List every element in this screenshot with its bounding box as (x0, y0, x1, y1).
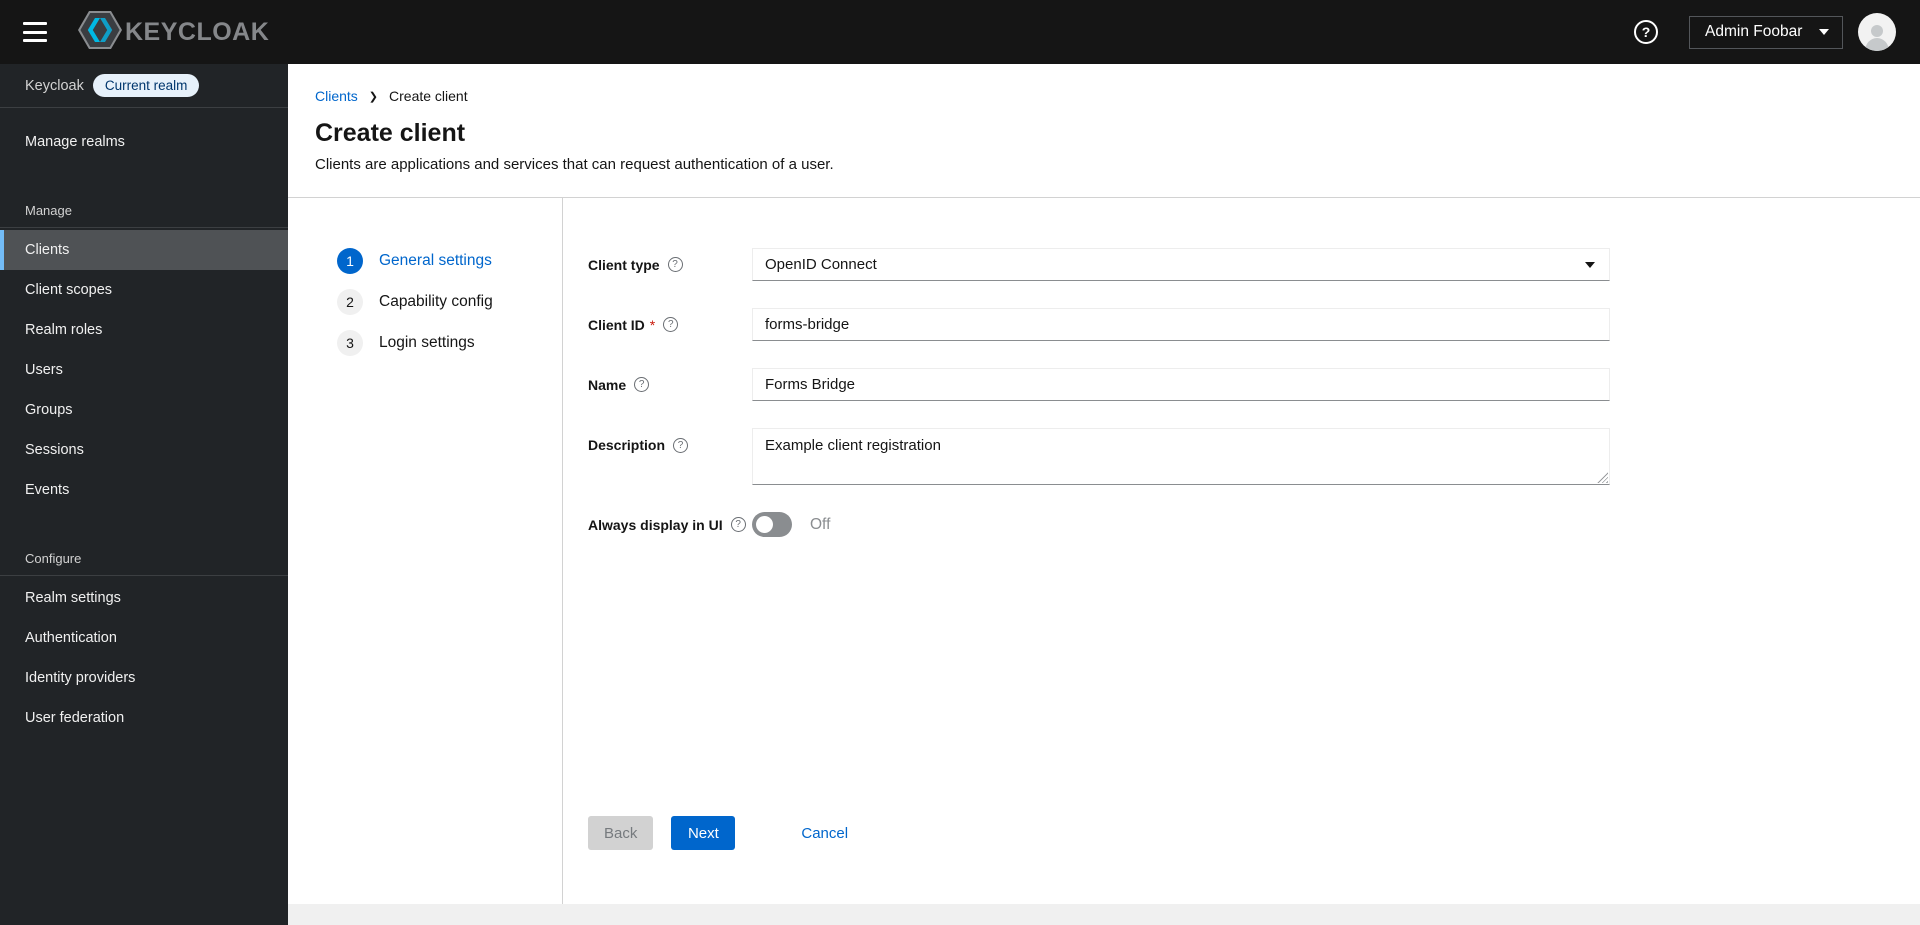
chevron-down-icon (1819, 29, 1829, 35)
divider (0, 575, 288, 576)
help-icon[interactable]: ? (634, 377, 650, 392)
hamburger-menu-icon[interactable] (23, 22, 49, 42)
always-display-row: Always display in UI ? Off (588, 512, 1920, 537)
description-row: Description ? Example client registratio… (588, 428, 1920, 485)
step-number-badge: 1 (337, 247, 363, 274)
sidebar-item-client-scopes[interactable]: Client scopes (0, 270, 288, 310)
chevron-down-icon (1585, 261, 1595, 268)
help-icon[interactable]: ? (1634, 20, 1658, 44)
sidebar-item-groups[interactable]: Groups (0, 390, 288, 430)
always-display-toggle[interactable] (752, 512, 792, 537)
client-type-select[interactable]: OpenID Connect (752, 248, 1610, 281)
client-type-label: Client type (588, 256, 660, 273)
step-number-badge: 3 (337, 329, 363, 356)
description-textarea[interactable]: Example client registration (752, 428, 1610, 485)
sidebar-item-realm-roles[interactable]: Realm roles (0, 310, 288, 350)
sidebar-item-user-federation[interactable]: User federation (0, 698, 288, 738)
page-background-strip (288, 904, 1920, 925)
client-id-label: Client ID (588, 316, 645, 333)
masthead-right: ? Admin Foobar (1634, 13, 1896, 51)
help-icon[interactable]: ? (667, 257, 683, 272)
client-id-input[interactable] (752, 308, 1610, 341)
breadcrumb-current: Create client (389, 88, 468, 104)
required-asterisk: * (649, 316, 656, 333)
client-type-value: OpenID Connect (765, 256, 877, 273)
current-realm-badge: Current realm (92, 74, 200, 97)
cancel-button[interactable]: Cancel (801, 825, 848, 842)
keycloak-logo[interactable]: KEYCLOAK (78, 10, 269, 55)
wizard-steps-nav: 1 General settings 2 Capability config 3… (288, 198, 563, 904)
avatar[interactable] (1858, 13, 1896, 51)
wizard-actions: Back Next Cancel (588, 816, 1920, 850)
client-id-row: Client ID * ? (588, 308, 1920, 341)
sidebar-item-events[interactable]: Events (0, 470, 288, 510)
create-client-wizard: 1 General settings 2 Capability config 3… (288, 198, 1920, 904)
sidebar-item-realm-settings[interactable]: Realm settings (0, 578, 288, 618)
help-icon[interactable]: ? (730, 517, 746, 532)
realm-selector[interactable]: Keycloak Current realm (0, 64, 288, 108)
page-title: Create client (315, 119, 466, 147)
name-row: Name ? (588, 368, 1920, 401)
sidebar-item-authentication[interactable]: Authentication (0, 618, 288, 658)
help-icon[interactable]: ? (673, 437, 689, 453)
back-button[interactable]: Back (588, 816, 654, 850)
toggle-knob (756, 516, 773, 533)
sidebar-item-clients[interactable]: Clients (0, 230, 288, 270)
user-menu-dropdown[interactable]: Admin Foobar (1689, 15, 1843, 49)
realm-name: Keycloak (25, 77, 84, 94)
main-content: Clients ❯ Create client Create client Cl… (288, 64, 1920, 925)
wizard-step-capability-config[interactable]: 2 Capability config (288, 281, 562, 322)
breadcrumb-clients-link[interactable]: Clients (315, 88, 358, 104)
always-display-label: Always display in UI (588, 516, 723, 533)
toggle-state-label: Off (810, 515, 831, 533)
breadcrumb: Clients ❯ Create client (315, 88, 1920, 104)
page-header: Clients ❯ Create client Create client Cl… (288, 64, 1920, 198)
wizard-step-general-settings[interactable]: 1 General settings (288, 240, 562, 281)
name-input[interactable] (752, 368, 1610, 401)
client-type-row: Client type ? OpenID Connect (588, 248, 1920, 281)
wizard-step-login-settings[interactable]: 3 Login settings (288, 322, 562, 363)
user-name: Admin Foobar (1705, 23, 1803, 40)
sidebar-section-configure: Configure (25, 551, 82, 566)
keycloak-logo-icon (78, 10, 122, 55)
step-number-badge: 2 (337, 288, 363, 315)
sidebar: Keycloak Current realm Manage realms Man… (0, 64, 288, 925)
chevron-right-icon: ❯ (368, 90, 379, 103)
page-subtitle: Clients are applications and services th… (315, 156, 834, 173)
sidebar-section-manage: Manage (25, 203, 72, 218)
divider (0, 227, 288, 228)
name-label: Name (588, 376, 627, 393)
sidebar-item-identity-providers[interactable]: Identity providers (0, 658, 288, 698)
help-icon[interactable]: ? (663, 317, 679, 332)
general-settings-form: Client type ? OpenID Connect Client ID * (563, 198, 1920, 904)
next-button[interactable]: Next (671, 816, 736, 850)
brand-name: KEYCLOAK (125, 17, 270, 46)
sidebar-item-sessions[interactable]: Sessions (0, 430, 288, 470)
sidebar-item-manage-realms[interactable]: Manage realms (0, 122, 288, 162)
sidebar-item-users[interactable]: Users (0, 350, 288, 390)
masthead: KEYCLOAK ? Admin Foobar (0, 0, 1920, 64)
description-label: Description (588, 437, 666, 453)
